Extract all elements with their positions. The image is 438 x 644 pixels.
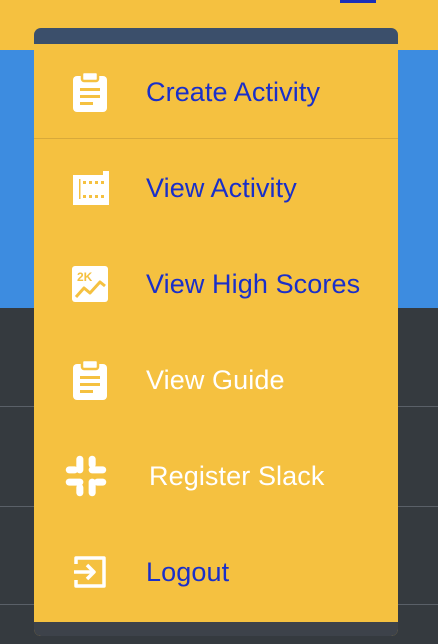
menu-item-view-activity[interactable]: View Activity <box>34 140 398 236</box>
menu-item-label: View High Scores <box>146 268 361 299</box>
film-icon <box>68 166 112 210</box>
slack-icon <box>64 454 108 498</box>
menu-top-edge <box>34 28 398 44</box>
menu-item-label: Register Slack <box>149 460 325 491</box>
clipboard-icon <box>68 358 112 402</box>
menu-bottom-edge <box>34 622 398 636</box>
menu-divider <box>34 138 398 139</box>
dropdown-menu: Create Activity View Activity 2K View Hi… <box>34 28 398 636</box>
clipboard-icon <box>68 70 112 114</box>
menu-item-logout[interactable]: Logout <box>34 524 398 620</box>
menu-item-label: Logout <box>146 556 230 587</box>
svg-text:2K: 2K <box>77 270 93 284</box>
menu-item-register-slack[interactable]: Register Slack <box>34 428 398 524</box>
logout-icon <box>68 550 112 594</box>
menu-item-label: View Activity <box>146 172 297 203</box>
menu-item-view-guide[interactable]: View Guide <box>34 332 398 428</box>
menu-item-label: Create Activity <box>146 76 321 107</box>
menu-item-view-high-scores[interactable]: 2K View High Scores <box>34 236 398 332</box>
chart-2k-icon: 2K <box>68 262 112 306</box>
menu-item-label: View Guide <box>146 364 285 395</box>
header-underline-link[interactable] <box>340 0 376 3</box>
menu-item-create-activity[interactable]: Create Activity <box>34 44 398 140</box>
